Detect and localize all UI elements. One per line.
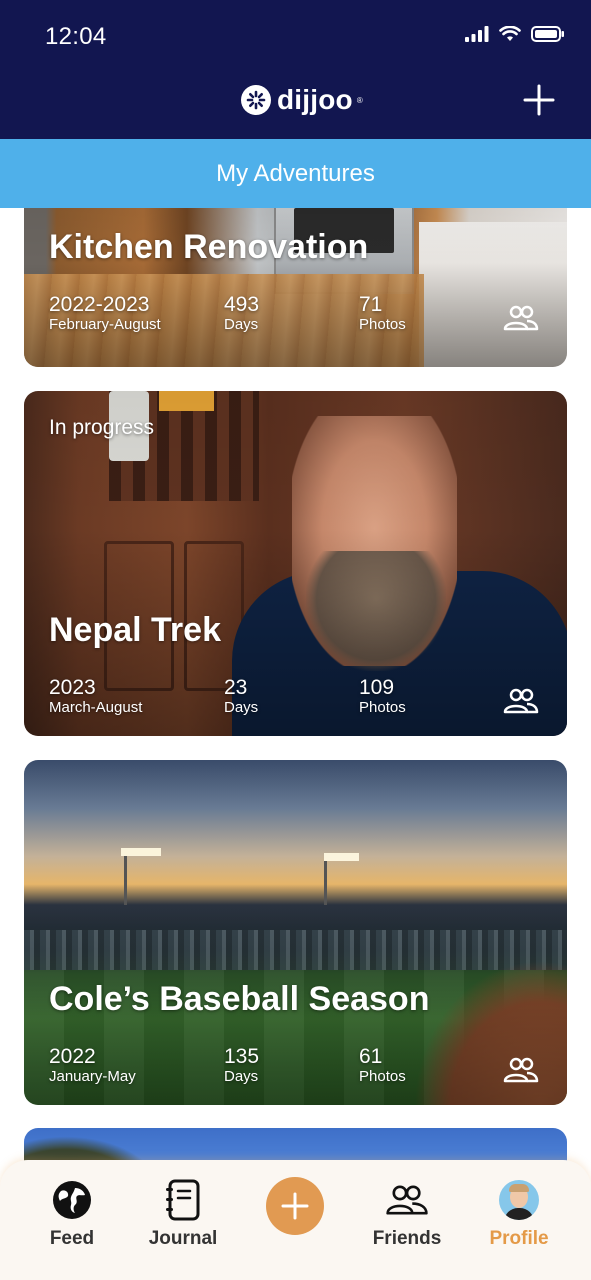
adventure-card-nepal[interactable]: In progress Nepal Trek 2023 March-August… bbox=[24, 391, 567, 736]
page-title: My Adventures bbox=[216, 159, 375, 187]
adventure-days: 135 Days bbox=[224, 1045, 260, 1086]
adventure-photos: 109 Photos bbox=[359, 676, 406, 717]
nav-profile[interactable]: Profile bbox=[469, 1178, 569, 1250]
adventure-photos: 61 Photos bbox=[359, 1045, 406, 1086]
shared-people-icon[interactable] bbox=[503, 687, 539, 715]
create-button[interactable] bbox=[266, 1177, 324, 1235]
status-icons bbox=[465, 26, 565, 42]
nav-journal-label: Journal bbox=[148, 1228, 218, 1249]
adventure-period: 2022 January-May bbox=[49, 1045, 136, 1086]
plus-icon bbox=[281, 1192, 309, 1220]
app-logo: dijjoo ® bbox=[241, 84, 363, 116]
nav-friends[interactable]: Friends bbox=[357, 1178, 457, 1250]
bottom-navigation: Feed Journal Friends Profile bbox=[0, 1160, 591, 1280]
nav-feed[interactable]: Feed bbox=[22, 1178, 122, 1250]
adventure-title: Cole’s Baseball Season bbox=[49, 980, 430, 1018]
adventure-days: 23 Days bbox=[224, 676, 259, 717]
adventure-title: Nepal Trek bbox=[49, 611, 221, 649]
add-adventure-button[interactable] bbox=[523, 84, 555, 116]
nav-profile-label: Profile bbox=[489, 1228, 549, 1249]
avatar bbox=[499, 1180, 539, 1220]
shared-people-icon[interactable] bbox=[503, 1056, 539, 1084]
friends-icon bbox=[385, 1178, 429, 1222]
my-adventures-bar: My Adventures bbox=[0, 139, 591, 208]
adventure-period: 2023 March-August bbox=[49, 676, 143, 717]
adventure-list[interactable]: Kitchen Renovation 2022-2023 February-Au… bbox=[0, 208, 591, 1180]
status-time: 12:04 bbox=[45, 23, 107, 50]
logo-text: dijjoo bbox=[277, 84, 353, 115]
wifi-icon bbox=[499, 26, 521, 41]
adventure-card-baseball[interactable]: Cole’s Baseball Season 2022 January-May … bbox=[24, 760, 567, 1105]
globe-icon bbox=[50, 1178, 94, 1222]
adventure-period: 2022-2023 February-August bbox=[49, 293, 161, 334]
adventure-days: 493 Days bbox=[224, 293, 260, 334]
nav-journal[interactable]: Journal bbox=[133, 1178, 233, 1250]
signal-icon bbox=[465, 26, 489, 42]
battery-icon bbox=[531, 26, 564, 42]
adventure-card-kitchen[interactable]: Kitchen Renovation 2022-2023 February-Au… bbox=[24, 208, 567, 367]
nav-friends-label: Friends bbox=[372, 1228, 442, 1249]
shared-people-icon[interactable] bbox=[503, 304, 539, 332]
dijjoo-logo-icon bbox=[241, 85, 271, 115]
adventure-photos: 71 Photos bbox=[359, 293, 406, 334]
adventure-title: Kitchen Renovation bbox=[49, 228, 369, 266]
adventure-status: In progress bbox=[49, 416, 155, 439]
nav-feed-label: Feed bbox=[49, 1228, 95, 1249]
app-header: 12:04 dijjoo ® bbox=[0, 0, 591, 139]
journal-icon bbox=[161, 1178, 205, 1222]
logo-trademark: ® bbox=[356, 95, 363, 105]
